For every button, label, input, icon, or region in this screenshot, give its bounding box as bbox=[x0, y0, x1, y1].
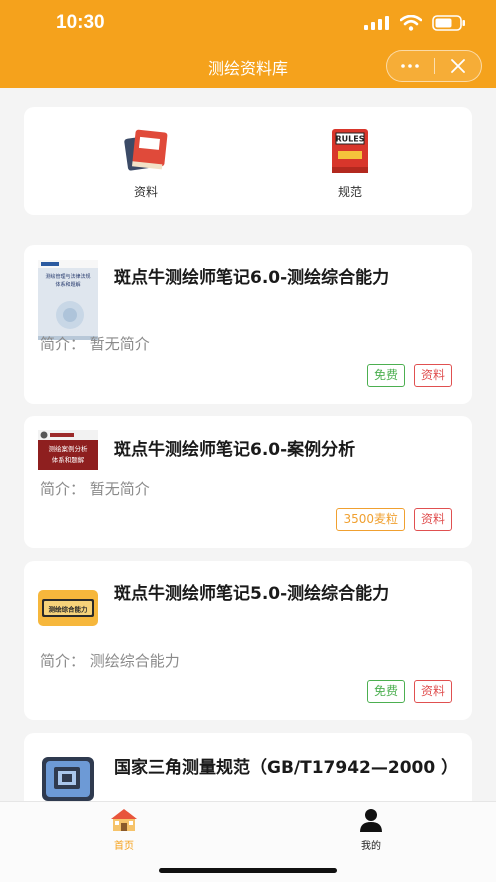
tab-label: 我的 bbox=[361, 841, 381, 852]
card-tags: 免费 资料 bbox=[366, 364, 452, 387]
card-title: 斑点牛测绘师笔记6.0-测绘综合能力 bbox=[114, 268, 390, 288]
svg-text:测绘综合能力: 测绘综合能力 bbox=[49, 605, 89, 614]
svg-text:体系和题解: 体系和题解 bbox=[52, 455, 85, 464]
document-icon bbox=[42, 757, 94, 801]
more-dots-icon bbox=[401, 64, 420, 68]
resource-card[interactable]: 测绘案例分析 体系和题解 斑点牛测绘师笔记6.0-案例分析 简介： 暂无简介 3… bbox=[24, 416, 472, 548]
type-tag: 资料 bbox=[413, 508, 452, 531]
type-tag: 资料 bbox=[413, 364, 452, 387]
svg-text:体系和题解: 体系和题解 bbox=[55, 281, 80, 288]
svg-text:RULES: RULES bbox=[336, 135, 365, 144]
battery-icon bbox=[432, 15, 465, 31]
wifi-icon bbox=[400, 15, 422, 31]
book-icon bbox=[124, 129, 168, 171]
svg-text:测绘案例分析: 测绘案例分析 bbox=[49, 444, 89, 453]
card-intro: 简介： 测绘综合能力 bbox=[40, 652, 180, 670]
category-card: 资料 RULES 规范 bbox=[24, 107, 472, 215]
price-tag: 3500麦粒 bbox=[336, 508, 405, 531]
signal-icon bbox=[364, 16, 389, 30]
close-button[interactable] bbox=[434, 51, 481, 81]
svg-text:测绘管理与法律法规: 测绘管理与法律法规 bbox=[45, 273, 90, 280]
card-tags: 免费 资料 bbox=[366, 680, 452, 703]
home-icon bbox=[111, 809, 137, 831]
tab-mine[interactable]: 我的 bbox=[341, 808, 401, 852]
card-title: 斑点牛测绘师笔记5.0-测绘综合能力 bbox=[114, 584, 390, 604]
card-title: 国家三角测量规范（GB/T17942—2000 ） bbox=[114, 758, 459, 778]
tab-label: 首页 bbox=[114, 841, 134, 852]
category-standards[interactable]: RULES 规范 bbox=[305, 127, 395, 200]
user-icon bbox=[360, 809, 382, 832]
price-tag: 免费 bbox=[366, 680, 405, 703]
price-tag: 免费 bbox=[366, 364, 405, 387]
category-label: 资料 bbox=[133, 185, 158, 199]
book-cover-thumbnail: 测绘综合能力 bbox=[38, 590, 98, 626]
miniprogram-capsule bbox=[386, 50, 482, 82]
category-label: 规范 bbox=[337, 185, 362, 199]
card-intro: 简介： 暂无简介 bbox=[40, 335, 150, 353]
close-icon bbox=[450, 59, 465, 73]
resource-card[interactable]: 测绘综合能力 斑点牛测绘师笔记5.0-测绘综合能力 简介： 测绘综合能力 免费 … bbox=[24, 561, 472, 720]
card-tags: 3500麦粒 资料 bbox=[336, 508, 452, 531]
book-cover-thumbnail: 测绘管理与法律法规 体系和题解 bbox=[38, 260, 98, 340]
resource-card[interactable]: 测绘管理与法律法规 体系和题解 斑点牛测绘师笔记6.0-测绘综合能力 简介： 暂… bbox=[24, 245, 472, 404]
resource-card[interactable]: 国家三角测量规范（GB/T17942—2000 ） bbox=[24, 733, 472, 801]
type-tag: 资料 bbox=[413, 680, 452, 703]
status-icons bbox=[364, 13, 466, 33]
book-cover-thumbnail: 测绘案例分析 体系和题解 bbox=[38, 430, 98, 470]
card-intro: 简介： 暂无简介 bbox=[40, 480, 150, 498]
card-title: 斑点牛测绘师笔记6.0-案例分析 bbox=[114, 440, 356, 460]
rules-book-icon: RULES bbox=[332, 129, 368, 173]
status-time: 10:30 bbox=[56, 12, 105, 33]
app-header: 10:30 测绘资料库 bbox=[0, 0, 496, 88]
more-button[interactable] bbox=[387, 51, 434, 81]
home-indicator bbox=[159, 868, 337, 873]
tab-home[interactable]: 首页 bbox=[94, 808, 154, 852]
category-materials[interactable]: 资料 bbox=[101, 127, 191, 200]
